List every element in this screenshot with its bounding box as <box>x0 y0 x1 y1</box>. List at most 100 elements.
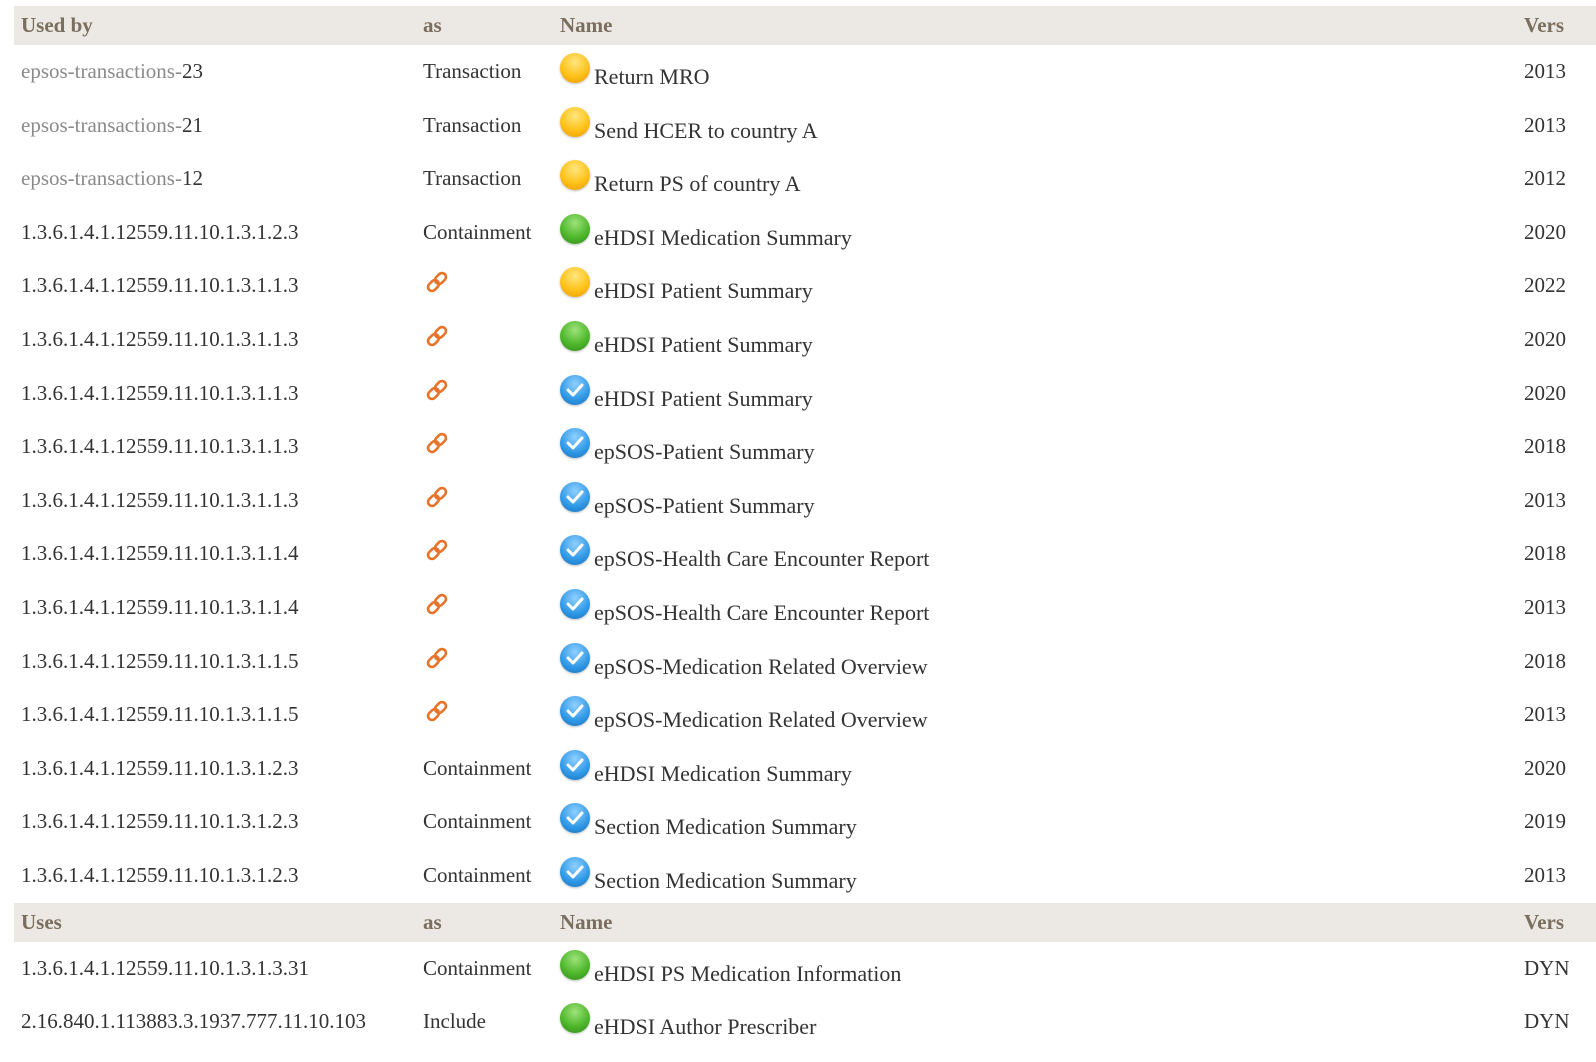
template-name[interactable]: eHDSI PS Medication Information <box>590 950 901 987</box>
template-id-cell[interactable]: 1.3.6.1.4.1.12559.11.10.1.3.1.1.3 <box>14 474 416 513</box>
template-id-cell[interactable]: 1.3.6.1.4.1.12559.11.10.1.3.1.2.3 <box>14 849 416 888</box>
template-id-cell[interactable]: 1.3.6.1.4.1.12559.11.10.1.3.1.1.3 <box>14 259 416 298</box>
template-id-cell[interactable]: 1.3.6.1.4.1.12559.11.10.1.3.1.1.5 <box>14 688 416 727</box>
template-name[interactable]: epSOS-Medication Related Overview <box>590 696 928 733</box>
table-row: 1.3.6.1.4.1.12559.11.10.1.3.1.2.3 Contain… <box>14 206 1596 260</box>
template-name[interactable]: epSOS-Patient Summary <box>590 482 815 519</box>
status-final-icon <box>560 642 590 673</box>
template-name[interactable]: Return MRO <box>590 53 710 90</box>
table-row: 1.3.6.1.4.1.12559.11.10.1.3.1.2.3 Contain… <box>14 742 1596 796</box>
version-cell: 2013 <box>1524 59 1566 83</box>
name-column-header[interactable]: Name <box>553 910 1517 935</box>
table-row: 1.3.6.1.4.1.12559.11.10.1.3.1.2.3 Contain… <box>14 795 1596 849</box>
table-row: 1.3.6.1.4.1.12559.11.10.1.3.1.1.3 eHDSI P… <box>14 313 1596 367</box>
table-row: 1.3.6.1.4.1.12559.11.10.1.3.1.1.3 eHDSI P… <box>14 367 1596 421</box>
link-icon[interactable] <box>425 430 449 456</box>
template-id-cell[interactable]: 1.3.6.1.4.1.12559.11.10.1.3.1.3.31 <box>14 942 416 981</box>
template-id-cell[interactable]: epsos-transactions-23 <box>14 45 416 84</box>
name-cell: eHDSI Medication Summary <box>553 742 1517 787</box>
status-final-icon <box>560 374 590 405</box>
template-id-cell[interactable]: 1.3.6.1.4.1.12559.11.10.1.3.1.2.3 <box>14 795 416 834</box>
template-id-cell[interactable]: epsos-transactions-12 <box>14 152 416 191</box>
status-final-icon <box>560 588 590 619</box>
template-name[interactable]: eHDSI Patient Summary <box>590 375 813 412</box>
name-cell: epSOS-Health Care Encounter Report <box>553 527 1517 572</box>
template-name[interactable]: eHDSI Medication Summary <box>590 214 852 251</box>
name-cell: epSOS-Medication Related Overview <box>553 635 1517 680</box>
status-pending-icon <box>560 160 590 191</box>
name-cell: Send HCER to country A <box>553 99 1517 144</box>
template-name[interactable]: eHDSI Medication Summary <box>590 750 852 787</box>
name-column-header[interactable]: Name <box>553 13 1517 38</box>
template-name[interactable]: epSOS-Health Care Encounter Report <box>590 535 929 572</box>
relationship-cell: Containment <box>423 862 532 887</box>
version-cell: DYN <box>1524 955 1570 980</box>
uses-column-header[interactable]: Uses <box>14 910 416 935</box>
name-cell: eHDSI PS Medication Information <box>553 942 1517 987</box>
version-cell: 2020 <box>1524 326 1566 351</box>
link-icon[interactable] <box>425 537 449 563</box>
name-cell: Section Medication Summary <box>553 795 1517 840</box>
template-id-cell[interactable]: 1.3.6.1.4.1.12559.11.10.1.3.1.1.3 <box>14 313 416 352</box>
used-by-column-header[interactable]: Used by <box>14 13 416 38</box>
name-cell: Section Medication Summary <box>553 849 1517 894</box>
transaction-prefix[interactable]: epsos-transactions- <box>21 113 182 137</box>
template-name[interactable]: eHDSI Patient Summary <box>590 267 813 304</box>
transaction-prefix[interactable]: epsos-transactions- <box>21 166 182 190</box>
version-cell: 2018 <box>1524 648 1566 673</box>
version-cell: 2018 <box>1524 541 1566 566</box>
template-id-cell[interactable]: 2.16.840.1.113883.3.1937.777.11.10.103 <box>14 995 416 1034</box>
version-column-header[interactable]: Vers <box>1517 910 1596 935</box>
transaction-number[interactable]: 21 <box>182 113 203 137</box>
relationship-cell <box>416 474 553 516</box>
template-id-cell[interactable]: 1.3.6.1.4.1.12559.11.10.1.3.1.1.4 <box>14 581 416 620</box>
template-id-cell[interactable]: epsos-transactions-21 <box>14 99 416 138</box>
template-name[interactable]: eHDSI Patient Summary <box>590 321 813 358</box>
template-name[interactable]: epSOS-Patient Summary <box>590 428 815 465</box>
template-name[interactable]: epSOS-Health Care Encounter Report <box>590 589 929 626</box>
transaction-number[interactable]: 23 <box>182 59 203 83</box>
table-row: 1.3.6.1.4.1.12559.11.10.1.3.1.1.3 epSOS-P… <box>14 474 1596 528</box>
status-final-icon <box>560 481 590 512</box>
relationship-cell <box>416 527 553 569</box>
template-id-cell[interactable]: 1.3.6.1.4.1.12559.11.10.1.3.1.1.5 <box>14 635 416 674</box>
template-name[interactable]: Section Medication Summary <box>590 857 857 894</box>
table-row: epsos-transactions-12 Transaction Return P… <box>14 152 1596 206</box>
template-id-cell[interactable]: 1.3.6.1.4.1.12559.11.10.1.3.1.1.3 <box>14 367 416 406</box>
version-cell: 2020 <box>1524 755 1566 780</box>
link-icon[interactable] <box>425 645 449 671</box>
version-column-header[interactable]: Vers <box>1517 13 1596 38</box>
version-cell: 2020 <box>1524 219 1566 244</box>
as-column-header[interactable]: as <box>416 910 553 935</box>
template-name[interactable]: Section Medication Summary <box>590 803 857 840</box>
transaction-number[interactable]: 12 <box>182 166 203 190</box>
link-icon[interactable] <box>425 269 449 295</box>
template-id-cell[interactable]: 1.3.6.1.4.1.12559.11.10.1.3.1.2.3 <box>14 742 416 781</box>
template-name[interactable]: Return PS of country A <box>590 160 801 197</box>
version-cell: 2013 <box>1524 487 1566 512</box>
template-id-cell[interactable]: 1.3.6.1.4.1.12559.11.10.1.3.1.1.4 <box>14 527 416 566</box>
table-row: 1.3.6.1.4.1.12559.11.10.1.3.1.1.5 epSOS-M… <box>14 688 1596 742</box>
link-icon[interactable] <box>425 698 449 724</box>
link-icon[interactable] <box>425 323 449 349</box>
name-cell: Return PS of country A <box>553 152 1517 197</box>
transaction-prefix[interactable]: epsos-transactions- <box>21 59 182 83</box>
link-icon[interactable] <box>425 377 449 403</box>
used-by-header-row: Used by as Name Vers <box>14 6 1596 45</box>
template-id-cell[interactable]: 1.3.6.1.4.1.12559.11.10.1.3.1.1.3 <box>14 420 416 459</box>
templates-table: Used by as Name Vers epsos-transactions-… <box>14 6 1596 1049</box>
as-column-header[interactable]: as <box>416 13 553 38</box>
template-name[interactable]: Send HCER to country A <box>590 107 818 144</box>
link-icon[interactable] <box>425 591 449 617</box>
template-name[interactable]: epSOS-Medication Related Overview <box>590 643 928 680</box>
version-cell: 2013 <box>1524 702 1566 727</box>
relationship-cell <box>416 420 553 462</box>
status-pending-icon <box>560 267 590 298</box>
link-icon[interactable] <box>425 484 449 510</box>
name-cell: eHDSI Patient Summary <box>553 259 1517 304</box>
status-pending-icon <box>560 53 590 83</box>
version-cell: 2013 <box>1524 112 1566 137</box>
name-cell: epSOS-Patient Summary <box>553 474 1517 519</box>
template-id-cell[interactable]: 1.3.6.1.4.1.12559.11.10.1.3.1.2.3 <box>14 206 416 245</box>
template-name[interactable]: eHDSI Author Prescriber <box>590 1003 816 1040</box>
